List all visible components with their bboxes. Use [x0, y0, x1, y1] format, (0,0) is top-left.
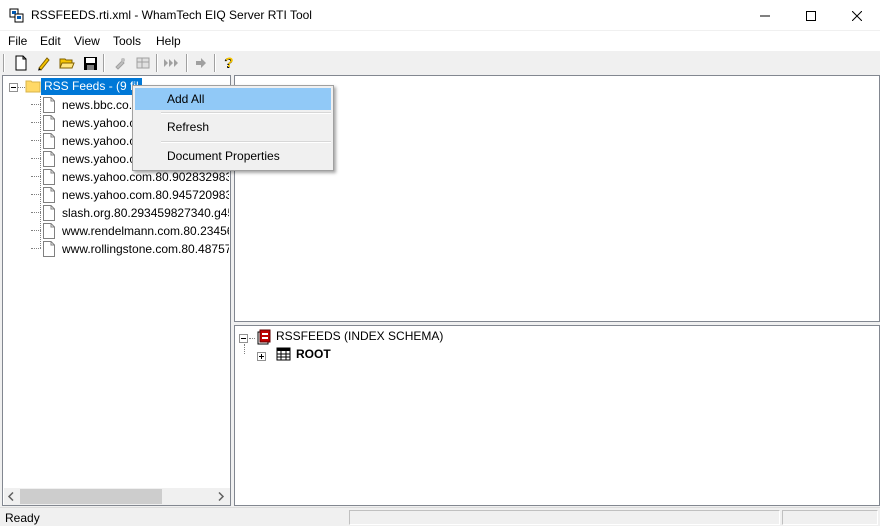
title-bar: RSSFEEDS.rti.xml - WhamTech EIQ Server R…: [0, 0, 880, 31]
close-button[interactable]: [834, 0, 880, 31]
edit-pencil-icon: [38, 57, 50, 71]
context-menu-add-all[interactable]: Add All: [135, 88, 331, 110]
tree-root-rss-feeds[interactable]: RSS Feeds - (9 fil: [41, 78, 142, 95]
context-menu-document-properties[interactable]: Document Properties: [135, 145, 331, 167]
tree-guide: [31, 140, 41, 141]
menu-help[interactable]: Help: [156, 34, 181, 48]
context-menu-refresh[interactable]: Refresh: [135, 116, 331, 138]
context-menu-document-properties-label: Document Properties: [167, 149, 280, 163]
context-menu-separator: [161, 141, 331, 143]
new-document-button[interactable]: [11, 53, 31, 73]
tree-guide: [31, 212, 41, 213]
status-text: Ready: [5, 511, 40, 525]
save-button[interactable]: [80, 53, 100, 73]
toolbar-separator-4: [214, 54, 216, 72]
file-icon: [43, 133, 55, 149]
tree-guide: [31, 104, 41, 105]
schema-root-label[interactable]: RSSFEEDS (INDEX SCHEMA): [276, 329, 443, 347]
open-folder-icon: [59, 58, 75, 69]
menu-file[interactable]: File: [8, 34, 27, 48]
file-icon: [43, 97, 55, 113]
tree-file-item[interactable]: news.yahoo.com.80.9457209834: [62, 188, 229, 206]
toolbar-separator: [103, 54, 105, 72]
horizontal-scrollbar[interactable]: [4, 488, 230, 505]
open-folder-button[interactable]: [57, 53, 77, 73]
menu-tools[interactable]: Tools: [113, 34, 141, 48]
context-menu-refresh-label: Refresh: [167, 120, 210, 134]
next-button[interactable]: [191, 53, 211, 73]
tree-guide: [249, 338, 255, 339]
menu-view[interactable]: View: [74, 34, 100, 48]
schema-tree-pane[interactable]: RSSFEEDS (INDEX SCHEMA) ROOT: [234, 325, 880, 506]
scroll-left-icon[interactable]: [7, 492, 15, 501]
table-icon: [276, 347, 291, 361]
context-menu-add-all-label: Add All: [167, 92, 205, 106]
tree-guide: [31, 230, 41, 231]
tree-file-item[interactable]: www.rollingstone.com.80.48757: [62, 242, 229, 260]
status-panel: [349, 510, 780, 525]
tree-guide: [31, 248, 41, 249]
file-icon: [43, 115, 55, 131]
window-title: RSSFEEDS.rti.xml - WhamTech EIQ Server R…: [31, 8, 312, 22]
tree-guide: [31, 194, 41, 195]
tool-disabled-icon: [115, 58, 125, 70]
fast-forward-button[interactable]: [162, 53, 182, 73]
tree-guide: [31, 122, 41, 123]
toolbar: ? ?: [0, 51, 880, 75]
help-button[interactable]: ? ?: [219, 53, 239, 73]
tree-file-item[interactable]: news.yahoo.com.80.9028329834: [62, 170, 229, 188]
edit-button[interactable]: [34, 53, 54, 73]
tree-file-item[interactable]: news.bbc.co.: [62, 98, 132, 116]
status-panel-2: [782, 510, 878, 525]
minimize-button[interactable]: [742, 0, 788, 31]
close-icon: [852, 10, 862, 21]
svg-text:?: ?: [225, 55, 234, 70]
tree-file-item[interactable]: news.yahoo.c: [62, 134, 135, 152]
app-icon: [9, 8, 24, 23]
disabled-table-button[interactable]: [133, 53, 153, 73]
disabled-tool-button[interactable]: [110, 53, 130, 73]
file-icon: [43, 151, 55, 167]
fast-forward-icon: [164, 59, 178, 67]
context-menu-separator: [161, 112, 331, 114]
tree-root-label: RSS Feeds - (9 fil: [44, 79, 139, 93]
folder-icon: [25, 80, 41, 93]
collapse-toggle[interactable]: [9, 83, 18, 92]
minimize-icon: [760, 15, 770, 16]
status-bar: Ready: [0, 507, 880, 526]
scroll-thumb[interactable]: [20, 489, 162, 504]
maximize-button[interactable]: [788, 0, 834, 31]
toolbar-grip: [3, 54, 5, 72]
help-question-icon: ? ?: [224, 55, 234, 71]
scroll-right-icon[interactable]: [217, 492, 225, 501]
menu-edit[interactable]: Edit: [40, 34, 61, 48]
tree-file-item[interactable]: news.yahoo.c: [62, 152, 135, 170]
tree-file-item[interactable]: news.yahoo.c: [62, 116, 135, 134]
schema-index-icon: [257, 329, 271, 345]
tree-file-item[interactable]: www.rendelmann.com.80.23456: [62, 224, 229, 242]
tree-guide: [40, 96, 41, 248]
menu-bar: File Edit View Tools Help: [0, 31, 880, 51]
schema-collapse-toggle[interactable]: [239, 334, 248, 343]
toolbar-separator-3: [186, 54, 188, 72]
file-icon: [43, 169, 55, 185]
file-icon: [43, 223, 55, 239]
toolbar-separator-2: [156, 54, 158, 72]
table-disabled-icon: [136, 57, 150, 69]
schema-root-node[interactable]: ROOT: [296, 347, 331, 365]
tree-guide: [31, 176, 41, 177]
file-icon: [43, 205, 55, 221]
file-icon: [43, 241, 55, 257]
tree-file-item[interactable]: slash.org.80.293459827340.g454: [62, 206, 229, 224]
save-disk-icon: [83, 56, 97, 70]
arrow-right-icon: [196, 58, 206, 68]
maximize-icon: [806, 10, 816, 21]
expand-root-toggle[interactable]: [257, 352, 266, 361]
new-document-icon: [15, 55, 27, 71]
context-menu: Add All Refresh Document Properties: [132, 85, 334, 171]
tree-guide: [244, 344, 245, 354]
tree-guide: [31, 158, 41, 159]
file-icon: [43, 187, 55, 203]
